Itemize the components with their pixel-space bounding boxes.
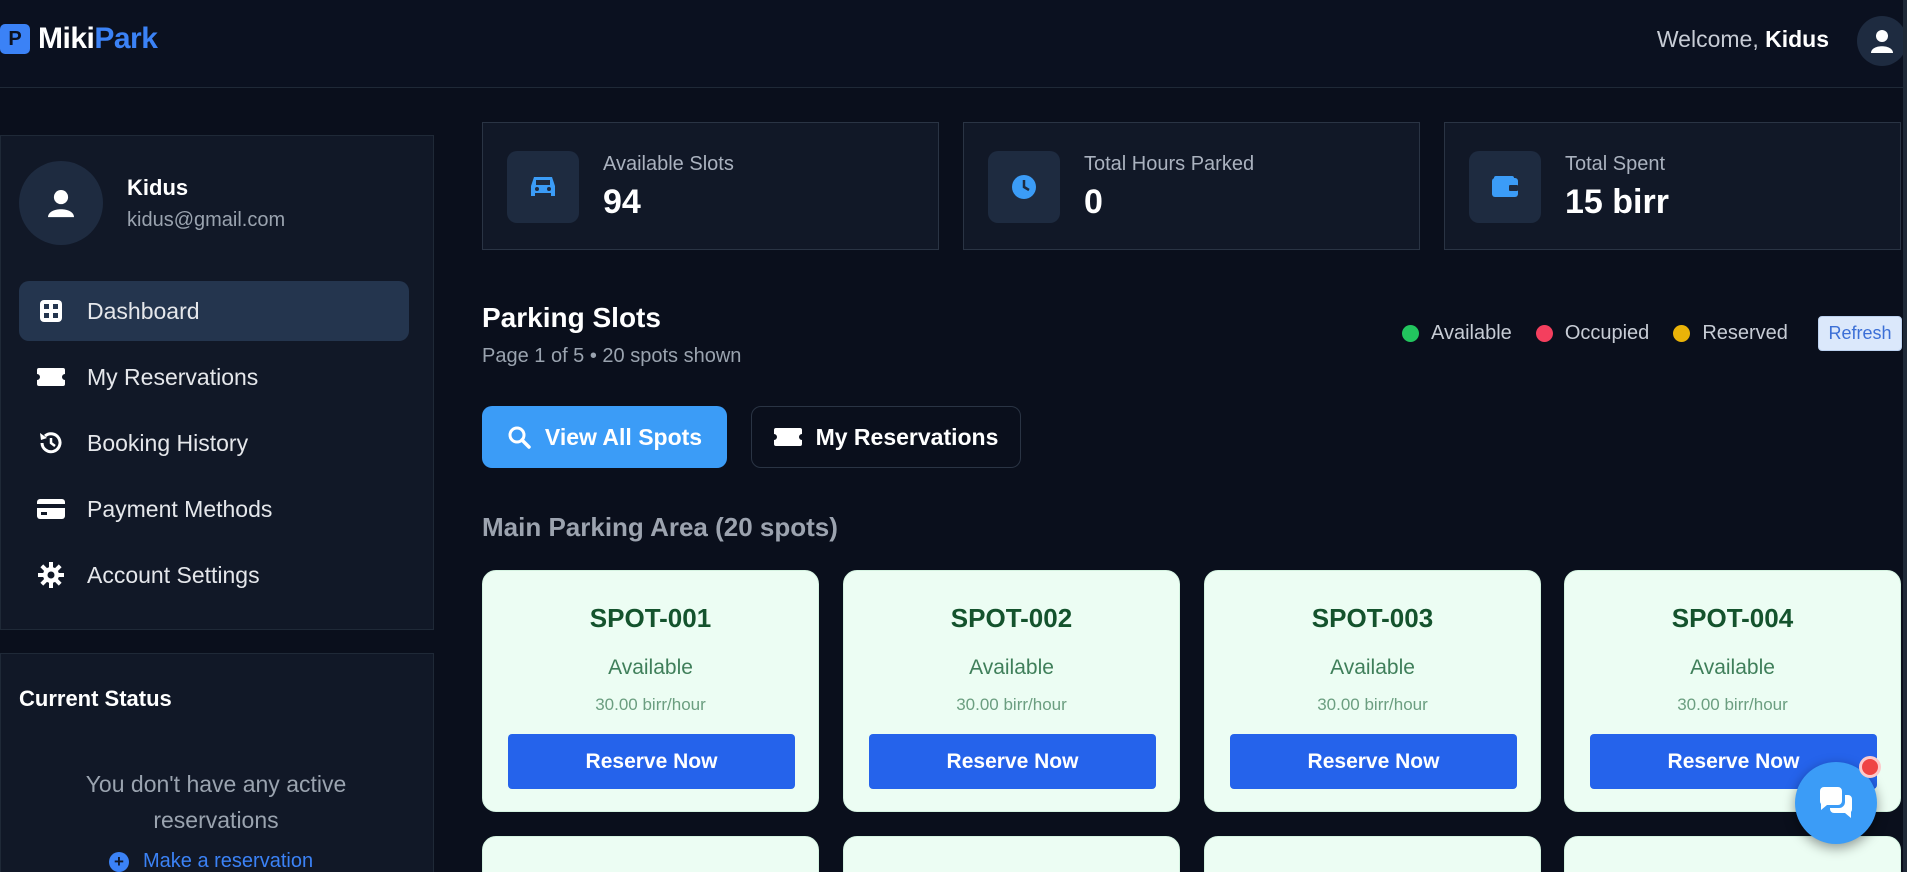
parking-area-title: Main Parking Area (20 spots) bbox=[482, 512, 838, 542]
view-all-spots-button[interactable]: View All Spots bbox=[482, 406, 727, 468]
parking-logo-icon: P bbox=[0, 24, 30, 54]
credit-card-icon bbox=[37, 495, 65, 523]
chat-bubbles-icon bbox=[1819, 787, 1853, 818]
spot-name: SPOT-002 bbox=[950, 603, 1073, 633]
sidebar-nav: Dashboard My Reservations Booking Histor… bbox=[19, 281, 409, 611]
app-name-part1: Miki bbox=[38, 22, 95, 55]
sidebar-item-account-settings[interactable]: Account Settings bbox=[19, 545, 409, 605]
spot-card: SPOT-001 Available 30.00 birr/hour Reser… bbox=[482, 570, 819, 812]
legend-label: Occupied bbox=[1564, 322, 1650, 344]
notification-badge bbox=[1859, 756, 1881, 778]
app-name-part2: Park bbox=[94, 22, 158, 55]
sidebar-item-label: Account Settings bbox=[87, 561, 260, 588]
spot-status: Available bbox=[1330, 656, 1415, 679]
make-reservation-label: Make a reservation bbox=[143, 850, 314, 872]
wallet-icon bbox=[1469, 151, 1541, 223]
sidebar-item-label: Payment Methods bbox=[87, 495, 273, 522]
spot-card: SPOT-003 Available 30.00 birr/hour Reser… bbox=[1204, 570, 1541, 812]
sidebar-item-label: My Reservations bbox=[87, 363, 259, 390]
welcome-user-name: Kidus bbox=[1765, 26, 1829, 52]
stat-value: 0 bbox=[1084, 183, 1103, 221]
spot-status: Available bbox=[1690, 656, 1775, 679]
stat-value: 94 bbox=[603, 183, 641, 221]
legend-reserved: Reserved bbox=[1673, 322, 1788, 345]
welcome-message: Welcome, Kidus bbox=[1657, 26, 1829, 53]
sidebar-item-dashboard[interactable]: Dashboard bbox=[19, 281, 409, 341]
plus-circle-icon: + bbox=[109, 851, 129, 872]
car-icon bbox=[507, 151, 579, 223]
profile-summary: Kidus kidus@gmail.com bbox=[19, 161, 285, 245]
my-reservations-label: My Reservations bbox=[815, 423, 999, 450]
sidebar-item-label: Booking History bbox=[87, 429, 249, 456]
legend-available: Available bbox=[1402, 322, 1512, 345]
parking-slots-subtitle: Page 1 of 5 • 20 spots shown bbox=[482, 345, 742, 367]
available-dot-icon bbox=[1402, 325, 1419, 342]
occupied-dot-icon bbox=[1535, 325, 1553, 342]
refresh-button[interactable]: Refresh bbox=[1818, 316, 1902, 351]
profile-name: Kidus bbox=[127, 174, 189, 200]
spot-card bbox=[843, 836, 1180, 872]
user-icon bbox=[1871, 30, 1893, 53]
app-name: MikiPark bbox=[38, 22, 158, 56]
current-status-title: Current Status bbox=[19, 686, 172, 711]
scrollbar[interactable] bbox=[1903, 0, 1907, 872]
ticket-icon bbox=[37, 363, 65, 391]
top-header: P MikiPark Welcome, Kidus bbox=[0, 0, 1907, 88]
gear-icon bbox=[37, 561, 65, 589]
spot-name: SPOT-003 bbox=[1311, 603, 1434, 633]
stat-card-total-hours: Total Hours Parked 0 bbox=[963, 122, 1420, 250]
sidebar-item-label: Dashboard bbox=[87, 297, 200, 324]
spot-card bbox=[1564, 836, 1901, 872]
ticket-icon bbox=[773, 428, 802, 446]
spot-name: SPOT-001 bbox=[589, 603, 712, 633]
grid-icon bbox=[37, 297, 65, 325]
spot-card: SPOT-002 Available 30.00 birr/hour Reser… bbox=[843, 570, 1180, 812]
reserved-dot-icon bbox=[1673, 325, 1691, 342]
stat-card-available-slots: Available Slots 94 bbox=[482, 122, 939, 250]
spot-rate: 30.00 birr/hour bbox=[1677, 695, 1788, 714]
spot-rate: 30.00 birr/hour bbox=[956, 695, 1067, 714]
status-message: You don't have any active reservations bbox=[85, 771, 347, 833]
reserve-now-button[interactable]: Reserve Now bbox=[869, 734, 1156, 789]
clock-icon bbox=[988, 151, 1060, 223]
make-reservation-link[interactable]: + Make a reservation bbox=[109, 850, 313, 872]
legend-label: Available bbox=[1431, 322, 1512, 344]
spot-status: Available bbox=[608, 656, 693, 679]
user-avatar-button[interactable] bbox=[1857, 16, 1907, 66]
avatar bbox=[19, 161, 103, 245]
view-all-spots-label: View All Spots bbox=[544, 423, 703, 450]
stat-label: Total Hours Parked bbox=[1084, 153, 1255, 175]
app-logo[interactable]: P MikiPark bbox=[0, 22, 158, 56]
spot-card bbox=[482, 836, 819, 872]
profile-email: kidus@gmail.com bbox=[127, 208, 286, 231]
reserve-now-button[interactable]: Reserve Now bbox=[508, 734, 795, 789]
spot-name: SPOT-004 bbox=[1671, 603, 1794, 633]
search-icon bbox=[507, 425, 531, 449]
sidebar-profile-card: Kidus kidus@gmail.com Dashboard My Reser… bbox=[0, 135, 434, 630]
spot-card bbox=[1204, 836, 1541, 872]
sidebar-item-payment-methods[interactable]: Payment Methods bbox=[19, 479, 409, 539]
spot-status: Available bbox=[969, 656, 1054, 679]
reserve-now-button[interactable]: Reserve Now bbox=[1230, 734, 1517, 789]
sidebar-item-booking-history[interactable]: Booking History bbox=[19, 413, 409, 473]
sidebar-item-my-reservations[interactable]: My Reservations bbox=[19, 347, 409, 407]
stat-value: 15 birr bbox=[1565, 183, 1669, 221]
stat-card-total-spent: Total Spent 15 birr bbox=[1444, 122, 1901, 250]
legend-occupied: Occupied bbox=[1535, 322, 1650, 345]
stat-label: Available Slots bbox=[603, 153, 734, 175]
welcome-prefix: Welcome, bbox=[1656, 26, 1759, 52]
status-legend: Available Occupied Reserved bbox=[1402, 322, 1812, 345]
history-icon bbox=[37, 429, 65, 457]
legend-label: Reserved bbox=[1702, 322, 1788, 344]
spot-rate: 30.00 birr/hour bbox=[1317, 695, 1428, 714]
my-reservations-button[interactable]: My Reservations bbox=[751, 406, 1021, 468]
spot-rate: 30.00 birr/hour bbox=[595, 695, 706, 714]
current-status-card: Current Status You don't have any active… bbox=[0, 653, 434, 872]
stat-label: Total Spent bbox=[1565, 153, 1666, 175]
parking-slots-title: Parking Slots bbox=[482, 302, 661, 333]
user-icon bbox=[48, 190, 74, 218]
